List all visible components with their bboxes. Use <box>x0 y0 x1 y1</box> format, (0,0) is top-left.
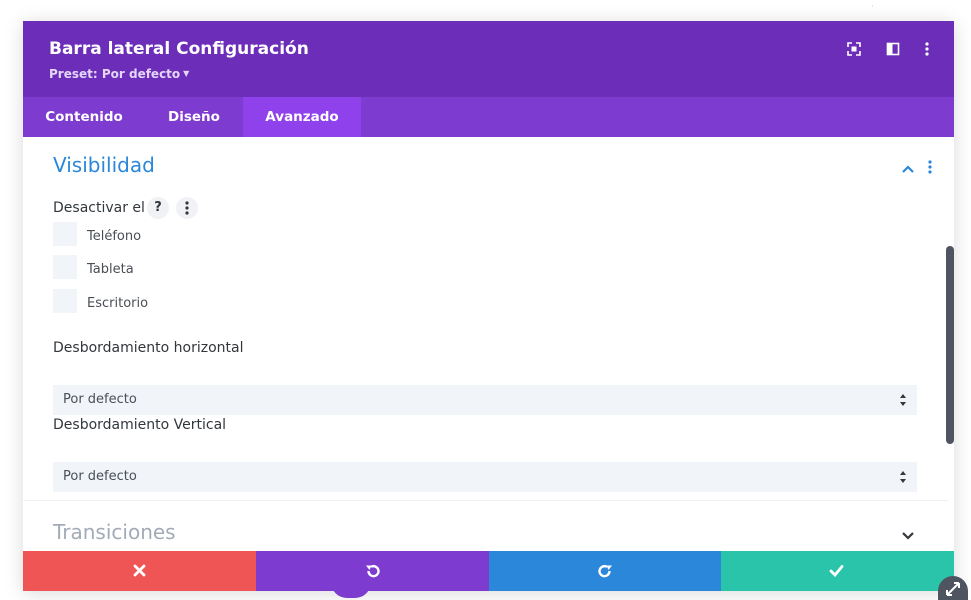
tab-diseno[interactable]: Diseño <box>145 97 243 137</box>
help-icon[interactable]: ? <box>147 197 169 219</box>
checkbox-tablet[interactable] <box>53 255 77 279</box>
add-module-bubble[interactable] <box>331 582 371 598</box>
undo-icon <box>366 565 380 578</box>
preset-label: Preset: Por defecto <box>49 67 181 81</box>
more-vertical-icon[interactable] <box>919 41 935 57</box>
field-options-icon[interactable] <box>176 197 198 219</box>
section-title-transitions[interactable]: Transiciones <box>53 520 176 544</box>
resize-handle[interactable] <box>938 576 968 600</box>
check-icon <box>829 565 844 577</box>
redo-button[interactable] <box>489 551 721 591</box>
section-divider <box>23 500 948 501</box>
chevron-down-icon[interactable] <box>901 526 915 545</box>
expand-icon[interactable] <box>846 41 862 57</box>
preset-selector[interactable]: Preset: Por defecto ▼ <box>49 67 189 81</box>
checkbox-label-desktop: Escritorio <box>87 296 149 311</box>
tab-bar: Contenido Diseño Avanzado <box>23 97 954 137</box>
scrollbar-thumb[interactable] <box>946 246 954 444</box>
modal-header: Barra lateral Configuración Preset: Por … <box>23 21 954 97</box>
corner-mark: · <box>871 2 874 11</box>
checkbox-label-tablet: Tableta <box>87 262 134 277</box>
select-arrows-icon <box>899 468 907 486</box>
modal-title: Barra lateral Configuración <box>49 39 309 59</box>
undo-button[interactable] <box>256 551 489 591</box>
chevron-up-icon[interactable] <box>901 159 915 178</box>
checkbox-label-phone: Teléfono <box>87 229 142 244</box>
tab-avanzado[interactable]: Avanzado <box>243 97 361 137</box>
overflow-x-value: Por defecto <box>63 392 137 407</box>
overflow-y-label: Desbordamiento Vertical <box>53 417 227 433</box>
overflow-x-select[interactable]: Por defecto <box>53 385 917 415</box>
settings-content: Visibilidad Desactivar el ? Teléfono Tab… <box>23 137 954 551</box>
cancel-button[interactable] <box>23 551 256 591</box>
select-arrows-icon <box>899 391 907 409</box>
tab-contenido[interactable]: Contenido <box>23 97 145 137</box>
checkbox-phone[interactable] <box>53 222 77 246</box>
settings-modal: Barra lateral Configuración Preset: Por … <box>23 21 954 591</box>
redo-icon <box>598 565 612 578</box>
section-title-visibility[interactable]: Visibilidad <box>53 153 155 177</box>
disable-on-label: Desactivar el <box>53 200 145 216</box>
overflow-y-value: Por defecto <box>63 469 137 484</box>
caret-down-icon: ▼ <box>183 69 190 78</box>
overflow-y-select[interactable]: Por defecto <box>53 462 917 492</box>
resize-icon <box>946 582 960 596</box>
section-options-icon[interactable] <box>927 159 933 179</box>
sidebar-layout-icon[interactable] <box>885 41 901 57</box>
modal-footer <box>23 551 954 591</box>
close-icon <box>133 564 146 577</box>
checkbox-desktop[interactable] <box>53 289 77 313</box>
save-button[interactable] <box>721 551 954 591</box>
overflow-x-label: Desbordamiento horizontal <box>53 340 244 356</box>
